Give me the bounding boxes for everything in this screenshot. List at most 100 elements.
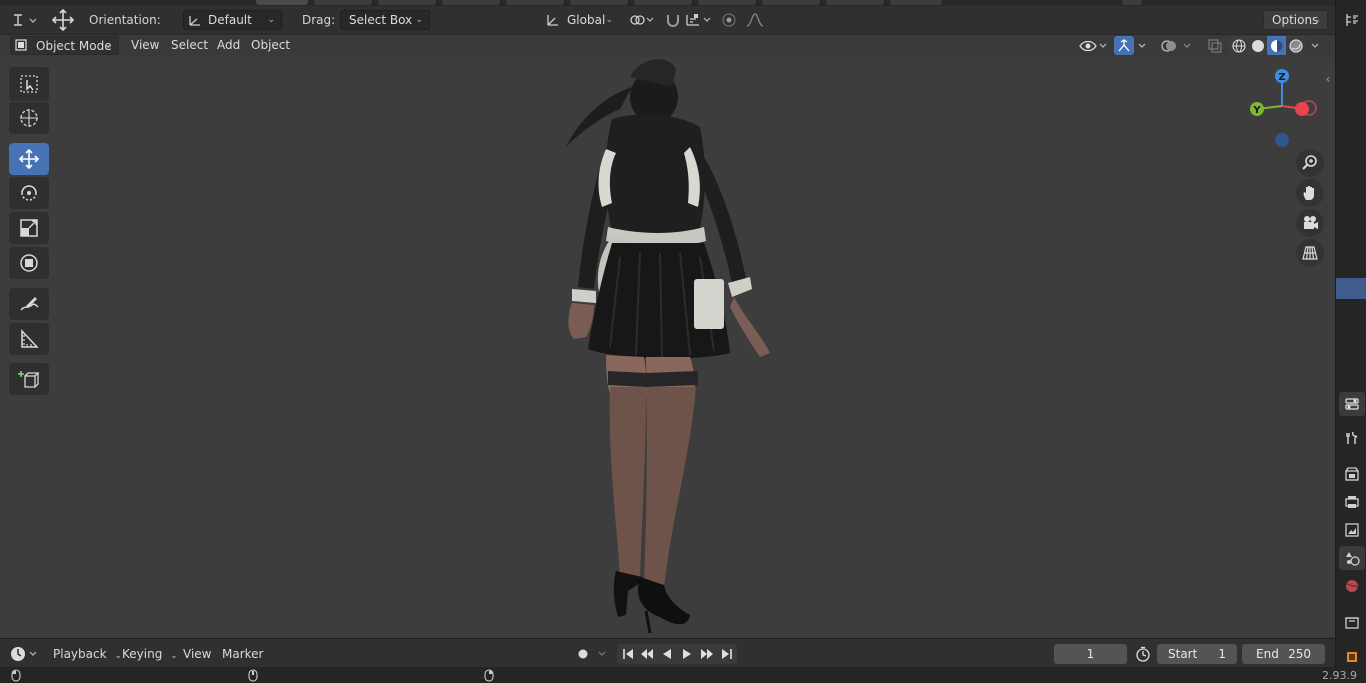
end-value: 250 [1288,647,1311,661]
menu-select[interactable]: Select [165,36,214,54]
keying-set-dropdown-icon[interactable] [594,644,610,664]
transform-pivot-icon[interactable] [10,10,38,30]
measure-tool[interactable] [9,323,49,355]
render-properties-icon[interactable] [1339,462,1365,486]
zoom-icon[interactable] [1296,149,1324,177]
end-frame-field[interactable]: End 250 [1242,644,1325,664]
chevron-down-icon: ⌄ [170,651,178,661]
timeline-menu-playback[interactable]: Playback ⌄ [53,645,122,663]
object-properties-icon[interactable] [1339,645,1365,669]
mouse-right-icon [483,668,495,682]
cursor-icon [20,109,38,127]
play-reverse-icon[interactable] [657,644,677,664]
chevron-down-icon: ⌄ [605,15,613,25]
gizmo-dropdown-icon[interactable] [1134,37,1150,55]
chevron-down-icon: ⌄ [415,15,423,25]
jump-to-keyframe-forward-icon[interactable] [697,644,717,664]
move-tool[interactable] [9,143,49,175]
move-tool-icon[interactable] [50,8,76,32]
move-icon [18,148,40,170]
outliner-icon[interactable] [1339,8,1365,32]
timeline-menu-view[interactable]: View [183,645,211,663]
workspace-tabs-strip [0,0,1335,6]
mouse-middle-icon [247,668,259,682]
gizmo-toggle-icon[interactable] [1114,36,1134,55]
cursor-tool[interactable] [9,102,49,134]
snap-target-icon[interactable] [684,10,714,30]
character-model [566,59,770,634]
gizmo-z-label: Z [1278,72,1285,83]
play-icon[interactable] [677,644,697,664]
pan-hand-icon[interactable] [1296,179,1324,207]
current-frame-field[interactable]: 1 [1054,644,1127,664]
shading-rendered-icon[interactable] [1286,36,1305,55]
jump-to-start-icon[interactable] [618,644,638,664]
menu-view[interactable]: View [125,36,165,54]
gizmo-x-axis[interactable] [1295,102,1309,116]
options-dropdown[interactable]: Options ⌄ [1263,10,1328,30]
visibility-eye-icon[interactable] [1077,37,1109,55]
output-properties-icon[interactable] [1339,490,1365,514]
start-label: Start [1168,647,1198,661]
add-cube-tool[interactable] [9,363,49,395]
chevron-down-icon: ⌄ [1313,15,1321,25]
menu-object[interactable]: Object [245,36,296,54]
xray-toggle-icon[interactable] [1205,37,1225,55]
shading-solid-icon[interactable] [1248,36,1267,55]
jump-to-end-icon[interactable] [717,644,737,664]
view-layer-properties-icon[interactable] [1339,518,1365,542]
tool-settings-bar: Orientation: Default ⌄ Drag: Select Box … [0,0,1335,35]
global-axes-icon [545,12,561,28]
editor-type-clock-icon[interactable] [8,644,40,664]
shading-dropdown-icon[interactable] [1307,37,1323,55]
transform-tool[interactable] [9,247,49,279]
drag-label: Drag: [302,13,336,27]
scene-properties-icon[interactable] [1339,546,1365,570]
scale-tool[interactable] [9,212,49,244]
falloff-curve-icon[interactable] [742,10,768,30]
orientation-axes-icon [188,13,202,27]
overlays-icon[interactable] [1158,37,1180,55]
gizmo-neg-z[interactable] [1275,133,1289,147]
drag-dropdown[interactable]: Select Box ⌄ [340,10,430,30]
collection-properties-icon[interactable] [1339,610,1365,634]
chevron-down-icon: ⌄ [114,651,122,661]
shading-wireframe-icon[interactable] [1229,36,1248,55]
camera-view-icon[interactable] [1296,209,1324,237]
shading-material-icon[interactable] [1267,36,1286,55]
menu-add[interactable]: Add [211,36,246,54]
chevron-down-icon: ⌄ [267,15,275,25]
auto-keying-record-icon[interactable] [573,644,593,664]
world-properties-icon[interactable] [1339,574,1365,598]
end-label: End [1256,647,1279,661]
options-label: Options [1272,13,1319,27]
gizmo-y-label: Y [1252,105,1261,116]
sidebar-toggle-icon[interactable]: ‹ [1322,71,1334,87]
jump-to-keyframe-back-icon[interactable] [637,644,657,664]
active-tool-settings-icon[interactable] [1339,392,1365,416]
proportional-edit-icon[interactable] [718,10,740,30]
mode-value: Object Mode [36,39,112,53]
perspective-grid-icon[interactable] [1296,239,1324,267]
navigation-gizmo[interactable]: Z Y [1240,62,1330,162]
transform-icon [20,254,38,272]
tool-wrench-icon[interactable] [1339,426,1365,450]
annotate-tool[interactable] [9,288,49,320]
overlays-dropdown-icon[interactable] [1180,37,1194,55]
orientation-label: Orientation: [89,13,161,27]
snap-toggle-icon[interactable] [662,10,684,30]
status-bar [0,667,1335,683]
preview-range-clock-icon[interactable] [1133,644,1153,664]
rotate-tool[interactable] [9,177,49,209]
select-box-tool[interactable] [9,68,49,100]
pivot-point-icon[interactable] [627,10,657,30]
3d-viewport[interactable]: Z Y ‹ [0,57,1335,637]
timeline-menu-marker[interactable]: Marker [222,645,263,663]
timeline-menu-keying[interactable]: Keying ⌄ [122,645,178,663]
start-frame-field[interactable]: Start 1 [1157,644,1237,664]
transform-orientation-value: Global [567,13,606,27]
current-frame-value: 1 [1086,647,1095,661]
add-cube-icon [18,371,40,388]
orientation-value: Default [208,13,252,27]
drag-value: Select Box [349,13,413,27]
